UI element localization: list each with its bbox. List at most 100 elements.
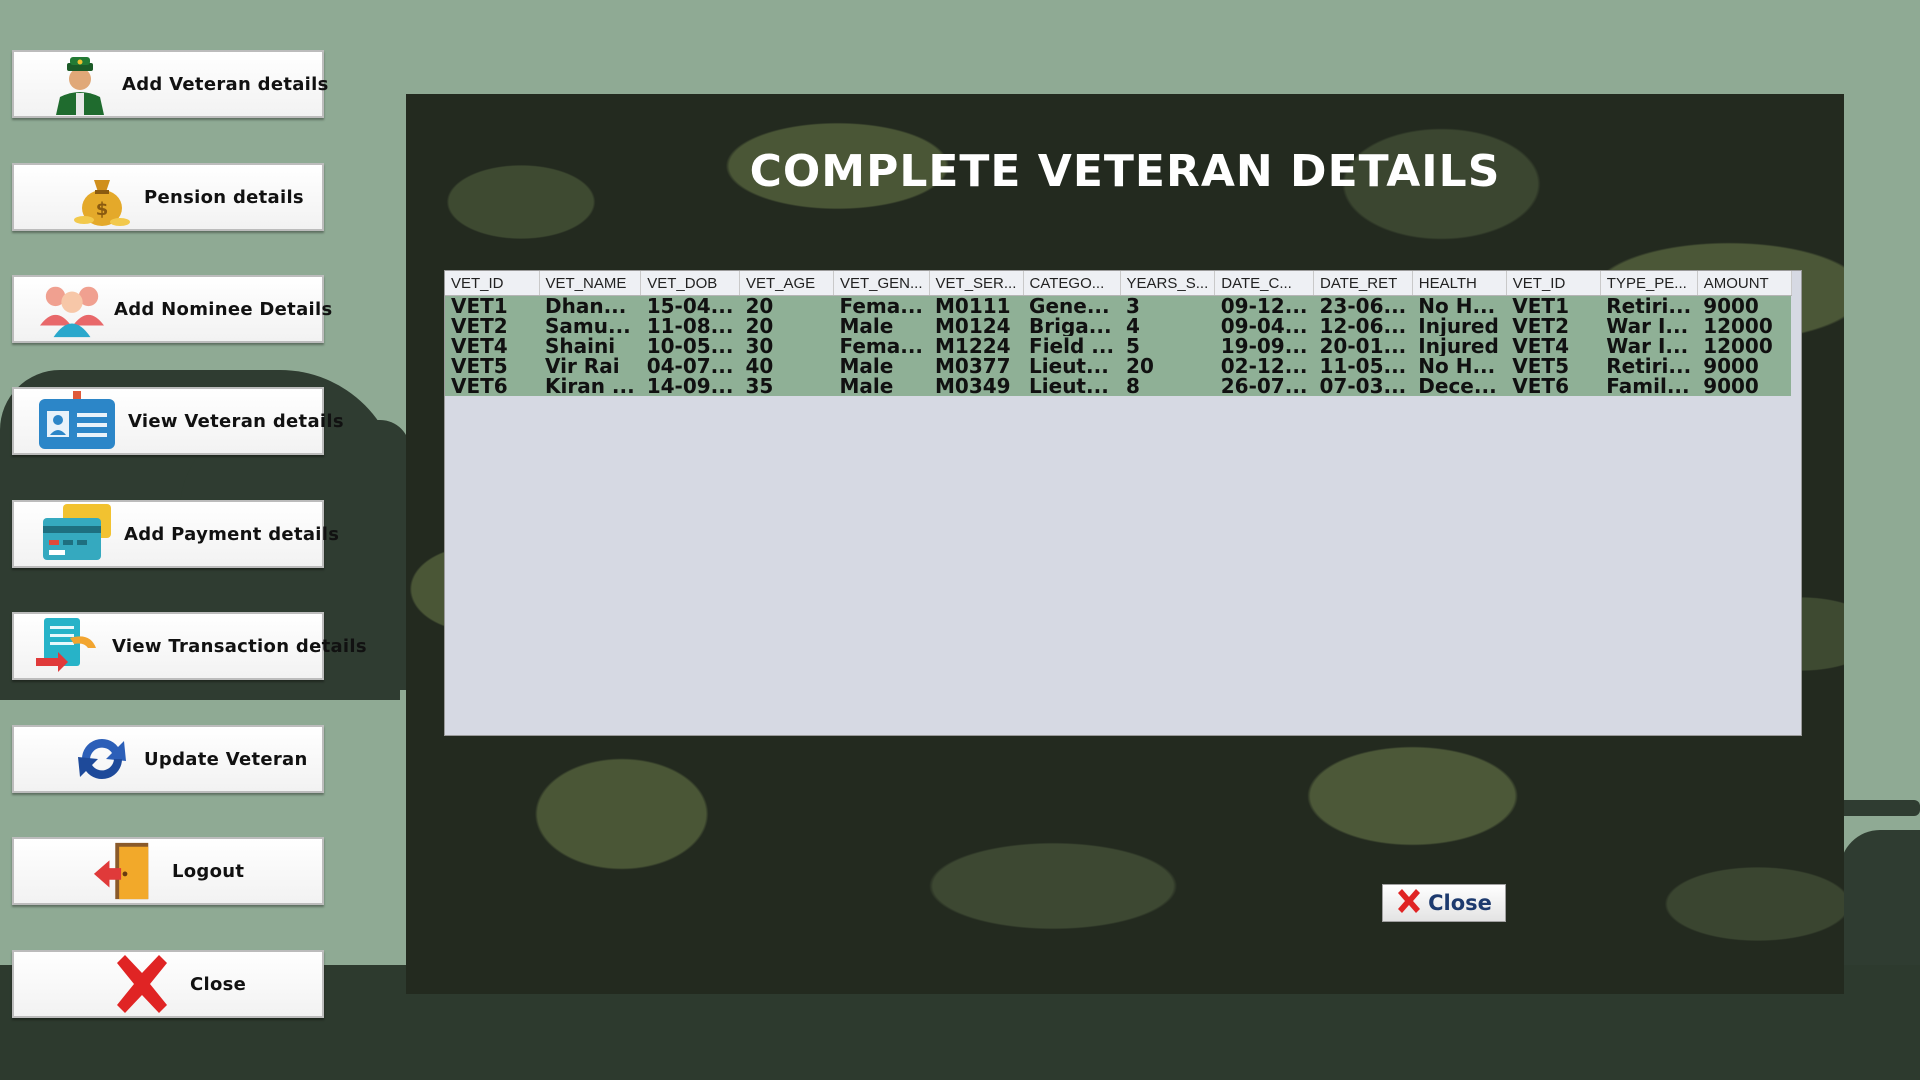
table-cell[interactable]: Retiri... <box>1600 356 1698 376</box>
table-cell[interactable]: VET4 <box>445 336 539 356</box>
column-header[interactable]: TYPE_PE... <box>1600 271 1698 296</box>
table-cell[interactable]: VET6 <box>445 376 539 396</box>
table-row[interactable]: VET5 Vir Rai 04-07... 40 Male M0377 Lieut... 20… <box>445 356 1792 376</box>
table-cell[interactable]: Samu... <box>539 316 641 336</box>
table-row[interactable]: VET6 Kiran ... 14-09... 35 Male M0349 Lieut...… <box>445 376 1792 396</box>
table-cell[interactable]: Male <box>833 356 930 376</box>
table-cell[interactable]: 8 <box>1120 376 1215 396</box>
table-cell[interactable]: 40 <box>739 356 834 376</box>
table-cell[interactable]: 20 <box>739 295 834 316</box>
column-header[interactable]: DATE_C... <box>1214 271 1315 296</box>
table-cell[interactable]: Lieut... <box>1023 376 1121 396</box>
table-cell[interactable]: No H... <box>1412 356 1507 376</box>
table-cell[interactable]: Shaini <box>539 336 641 356</box>
table-row[interactable]: VET4 Shaini 10-05... 30 Fema... M1224 Field ..… <box>445 336 1792 356</box>
table-cell[interactable]: Male <box>833 316 930 336</box>
view-veteran-details-button[interactable]: View Veteran details <box>12 387 344 455</box>
table-cell[interactable]: Famil... <box>1600 376 1698 396</box>
add-veteran-details-button[interactable]: Add Veteran details <box>12 50 328 118</box>
table-cell[interactable]: 20 <box>1120 356 1215 376</box>
table-cell[interactable]: 5 <box>1120 336 1215 356</box>
table-cell[interactable]: M0377 <box>929 356 1024 376</box>
table-cell[interactable]: Dece... <box>1412 376 1507 396</box>
table-cell[interactable]: Retiri... <box>1600 295 1698 316</box>
column-header[interactable]: YEARS_S... <box>1120 271 1216 296</box>
add-nominee-details-button[interactable]: Add Nominee Details <box>12 275 332 343</box>
table-cell[interactable]: 10-05... <box>640 336 740 356</box>
table-cell[interactable]: 07-03... <box>1313 376 1413 396</box>
table-cell[interactable]: M0349 <box>929 376 1024 396</box>
table-cell[interactable]: 23-06... <box>1313 295 1413 316</box>
table-cell[interactable]: Male <box>833 376 930 396</box>
column-header[interactable]: VET_ID <box>445 271 540 296</box>
table-cell[interactable]: 11-08... <box>640 316 740 336</box>
table-cell[interactable]: 15-04... <box>640 295 740 316</box>
column-header[interactable]: VET_SER... <box>929 271 1024 296</box>
sidebar-close-button[interactable]: Close <box>12 950 324 1018</box>
table-cell[interactable]: Gene... <box>1023 295 1121 316</box>
table-cell[interactable]: M1224 <box>929 336 1024 356</box>
column-header[interactable]: VET_AGE <box>739 271 834 296</box>
update-veteran-button[interactable]: Update Veteran <box>12 725 324 793</box>
table-cell[interactable]: VET4 <box>1506 336 1601 356</box>
view-transaction-details-button[interactable]: View Transaction details <box>12 612 367 680</box>
table-cell[interactable]: Kiran ... <box>539 376 641 396</box>
table-cell[interactable]: No H... <box>1412 295 1507 316</box>
table-cell[interactable]: Injured <box>1412 336 1507 356</box>
table-cell[interactable]: Fema... <box>833 295 930 316</box>
table-header[interactable]: VET_ID VET_NAME VET_DOB VET_AGE VET_GEN... VE… <box>445 271 1792 296</box>
column-header[interactable]: VET_ID <box>1506 271 1601 296</box>
table-cell[interactable]: 02-12... <box>1214 356 1314 376</box>
table-cell[interactable]: M0124 <box>929 316 1024 336</box>
column-header[interactable]: VET_NAME <box>539 271 642 296</box>
pension-details-button[interactable]: $ Pension details <box>12 163 324 231</box>
table-cell[interactable]: 12000 <box>1697 316 1792 336</box>
table-cell[interactable]: 12-06... <box>1313 316 1413 336</box>
table-cell[interactable]: 9000 <box>1697 295 1792 316</box>
table-cell[interactable]: 09-12... <box>1214 295 1314 316</box>
column-header[interactable]: CATEGO... <box>1023 271 1121 296</box>
table-row[interactable]: VET1 Dhan... 15-04... 20 Fema... M0111 Gene...… <box>445 295 1792 316</box>
table-cell[interactable]: War I... <box>1600 336 1698 356</box>
table-cell[interactable]: VET2 <box>445 316 539 336</box>
table-cell[interactable]: 20 <box>739 316 834 336</box>
column-header[interactable]: DATE_RET <box>1313 271 1413 296</box>
table-cell[interactable]: Fema... <box>833 336 930 356</box>
table-cell[interactable]: 11-05... <box>1313 356 1413 376</box>
table-cell[interactable]: VET5 <box>445 356 539 376</box>
table-cell[interactable]: 20-01... <box>1313 336 1413 356</box>
table-cell[interactable]: 9000 <box>1697 356 1792 376</box>
table-cell[interactable]: 04-07... <box>640 356 740 376</box>
column-header[interactable]: HEALTH <box>1412 271 1507 296</box>
table-cell[interactable]: VET1 <box>445 295 539 316</box>
table-cell[interactable]: Injured <box>1412 316 1507 336</box>
table-cell[interactable]: 14-09... <box>640 376 740 396</box>
table-cell[interactable]: 35 <box>739 376 834 396</box>
column-header[interactable]: VET_GEN... <box>833 271 930 296</box>
table-cell[interactable]: Lieut... <box>1023 356 1121 376</box>
table-cell[interactable]: 9000 <box>1697 376 1792 396</box>
veteran-table-scrollpane[interactable]: VET_ID VET_NAME VET_DOB VET_AGE VET_GEN... VE… <box>444 270 1802 736</box>
table-cell[interactable]: Field ... <box>1023 336 1121 356</box>
table-cell[interactable]: VET6 <box>1506 376 1601 396</box>
table-cell[interactable]: 30 <box>739 336 834 356</box>
add-payment-details-button[interactable]: Add Payment details <box>12 500 339 568</box>
table-cell[interactable]: VET1 <box>1506 295 1601 316</box>
table-cell[interactable]: 09-04... <box>1214 316 1314 336</box>
table-cell[interactable]: 4 <box>1120 316 1215 336</box>
column-header[interactable]: VET_DOB <box>640 271 740 296</box>
logout-button[interactable]: Logout <box>12 837 324 905</box>
table-cell[interactable]: VET2 <box>1506 316 1601 336</box>
table-cell[interactable]: VET5 <box>1506 356 1601 376</box>
table-cell[interactable]: Dhan... <box>539 295 641 316</box>
table-cell[interactable]: 26-07... <box>1214 376 1314 396</box>
table-cell[interactable]: 3 <box>1120 295 1215 316</box>
column-header[interactable]: AMOUNT <box>1697 271 1792 296</box>
table-cell[interactable]: 19-09... <box>1214 336 1314 356</box>
table-cell[interactable]: Briga... <box>1023 316 1121 336</box>
table-row[interactable]: VET2 Samu... 11-08... 20 Male M0124 Briga... 4 0… <box>445 316 1792 336</box>
table-cell[interactable]: 12000 <box>1697 336 1792 356</box>
close-button[interactable]: Close <box>1382 884 1506 922</box>
table-cell[interactable]: War I... <box>1600 316 1698 336</box>
table-cell[interactable]: M0111 <box>929 295 1024 316</box>
